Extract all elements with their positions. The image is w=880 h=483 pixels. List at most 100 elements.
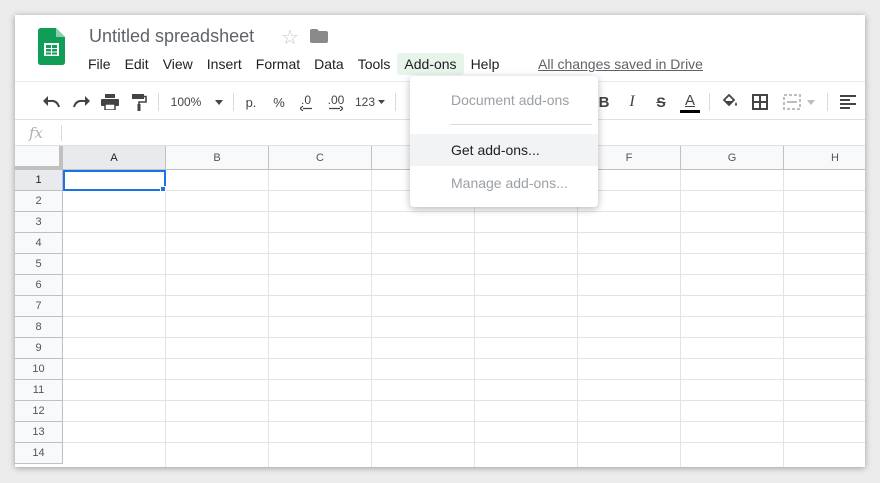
gridline	[63, 274, 865, 275]
gridline	[63, 442, 865, 443]
menu-data[interactable]: Data	[307, 53, 351, 75]
paint-bucket-icon	[722, 94, 737, 107]
bold-label: B	[598, 93, 610, 111]
undo-button[interactable]	[41, 92, 63, 112]
gridline	[783, 170, 784, 467]
menu-item-manage-addons[interactable]: Manage add-ons...	[410, 167, 598, 199]
row-header-12[interactable]: 12	[15, 401, 63, 422]
gridline	[680, 170, 681, 467]
row-header-5[interactable]: 5	[15, 254, 63, 275]
row-header-3[interactable]: 3	[15, 212, 63, 233]
menu-help[interactable]: Help	[464, 53, 507, 75]
row-header-2[interactable]: 2	[15, 191, 63, 212]
gridline	[63, 421, 865, 422]
currency-format-button[interactable]: p.	[241, 92, 261, 112]
menu-tools[interactable]: Tools	[351, 53, 398, 75]
increase-decimal-button[interactable]: .00	[323, 92, 349, 112]
folder-icon[interactable]	[310, 29, 328, 43]
menu-format[interactable]: Format	[249, 53, 307, 75]
merge-cells-icon	[783, 94, 801, 110]
gridline	[63, 295, 865, 296]
menu-file[interactable]: File	[81, 53, 118, 75]
strikethrough-button[interactable]: S	[652, 92, 670, 112]
row-header-4[interactable]: 4	[15, 233, 63, 254]
menu-edit[interactable]: Edit	[118, 53, 156, 75]
arrow-left-icon	[300, 105, 312, 111]
column-header-a[interactable]: A	[63, 146, 166, 170]
decrease-decimal-button[interactable]: .0	[295, 92, 317, 112]
align-left-button[interactable]	[837, 92, 859, 112]
borders-icon	[752, 94, 768, 110]
column-header-g[interactable]: G	[681, 146, 784, 170]
paint-format-icon	[132, 93, 147, 111]
row-header-6[interactable]: 6	[15, 275, 63, 296]
gridline	[63, 400, 865, 401]
menu-view[interactable]: View	[156, 53, 200, 75]
gridline	[474, 170, 475, 467]
menu-separator	[450, 124, 592, 125]
gridline	[63, 358, 865, 359]
gridline	[63, 253, 865, 254]
gridline	[371, 170, 372, 467]
print-button[interactable]	[99, 92, 121, 112]
gridline	[63, 316, 865, 317]
addons-menu: Document add-ons Get add-ons... Manage a…	[410, 76, 598, 207]
chevron-down-icon	[807, 99, 815, 105]
menu-insert[interactable]: Insert	[200, 53, 249, 75]
save-status-link[interactable]: All changes saved in Drive	[538, 56, 703, 72]
paint-format-button[interactable]	[128, 92, 150, 112]
merge-cells-button[interactable]	[779, 92, 819, 112]
text-color-swatch	[680, 110, 700, 113]
zoom-select[interactable]: 100%	[167, 92, 227, 112]
more-formats-button[interactable]: 123	[353, 92, 387, 112]
active-cell-a1[interactable]	[63, 170, 166, 191]
arrow-right-icon	[329, 105, 343, 111]
cell-area[interactable]	[63, 170, 865, 467]
italic-button[interactable]: I	[623, 92, 641, 112]
row-header-7[interactable]: 7	[15, 296, 63, 317]
toolbar-separator	[158, 93, 159, 111]
fx-icon: fx	[29, 124, 44, 142]
chevron-down-icon	[378, 100, 386, 104]
column-header-h[interactable]: H	[784, 146, 865, 170]
menu-addons[interactable]: Add-ons	[397, 53, 464, 75]
gridline	[63, 337, 865, 338]
italic-label: I	[629, 93, 635, 110]
row-header-14[interactable]: 14	[15, 443, 63, 464]
decrease-decimal-label: .0	[300, 92, 311, 107]
strikethrough-label: S	[656, 94, 666, 110]
star-icon[interactable]: ☆	[281, 25, 299, 50]
toolbar-separator	[395, 93, 396, 111]
menu-item-document-addons[interactable]: Document add-ons	[410, 84, 598, 116]
align-left-icon	[840, 95, 856, 109]
chevron-down-icon	[215, 99, 224, 105]
currency-format-label: p.	[245, 94, 257, 110]
formula-divider	[61, 125, 62, 141]
print-icon	[101, 94, 119, 110]
redo-icon	[73, 96, 90, 108]
sheets-logo-icon[interactable]	[38, 28, 65, 65]
row-header-10[interactable]: 10	[15, 359, 63, 380]
row-header-8[interactable]: 8	[15, 317, 63, 338]
gridline	[268, 170, 269, 467]
fill-color-button[interactable]	[720, 92, 740, 112]
row-header-1[interactable]: 1	[15, 170, 63, 191]
fill-handle[interactable]	[160, 186, 166, 192]
row-header-9[interactable]: 9	[15, 338, 63, 359]
column-header-c[interactable]: C	[269, 146, 372, 170]
toolbar-separator	[233, 93, 234, 111]
text-color-button[interactable]: A	[679, 90, 701, 116]
gridline	[165, 170, 166, 467]
percent-format-button[interactable]: %	[269, 92, 289, 112]
select-all-corner[interactable]	[15, 146, 63, 170]
zoom-value: 100%	[170, 95, 202, 109]
row-header-13[interactable]: 13	[15, 422, 63, 443]
redo-button[interactable]	[70, 92, 92, 112]
document-title[interactable]: Untitled spreadsheet	[89, 26, 254, 47]
menu-item-get-addons[interactable]: Get add-ons...	[410, 134, 598, 166]
increase-decimal-label: .00	[327, 92, 345, 107]
borders-button[interactable]	[750, 92, 770, 112]
column-header-b[interactable]: B	[166, 146, 269, 170]
row-header-11[interactable]: 11	[15, 380, 63, 401]
gridline	[63, 379, 865, 380]
